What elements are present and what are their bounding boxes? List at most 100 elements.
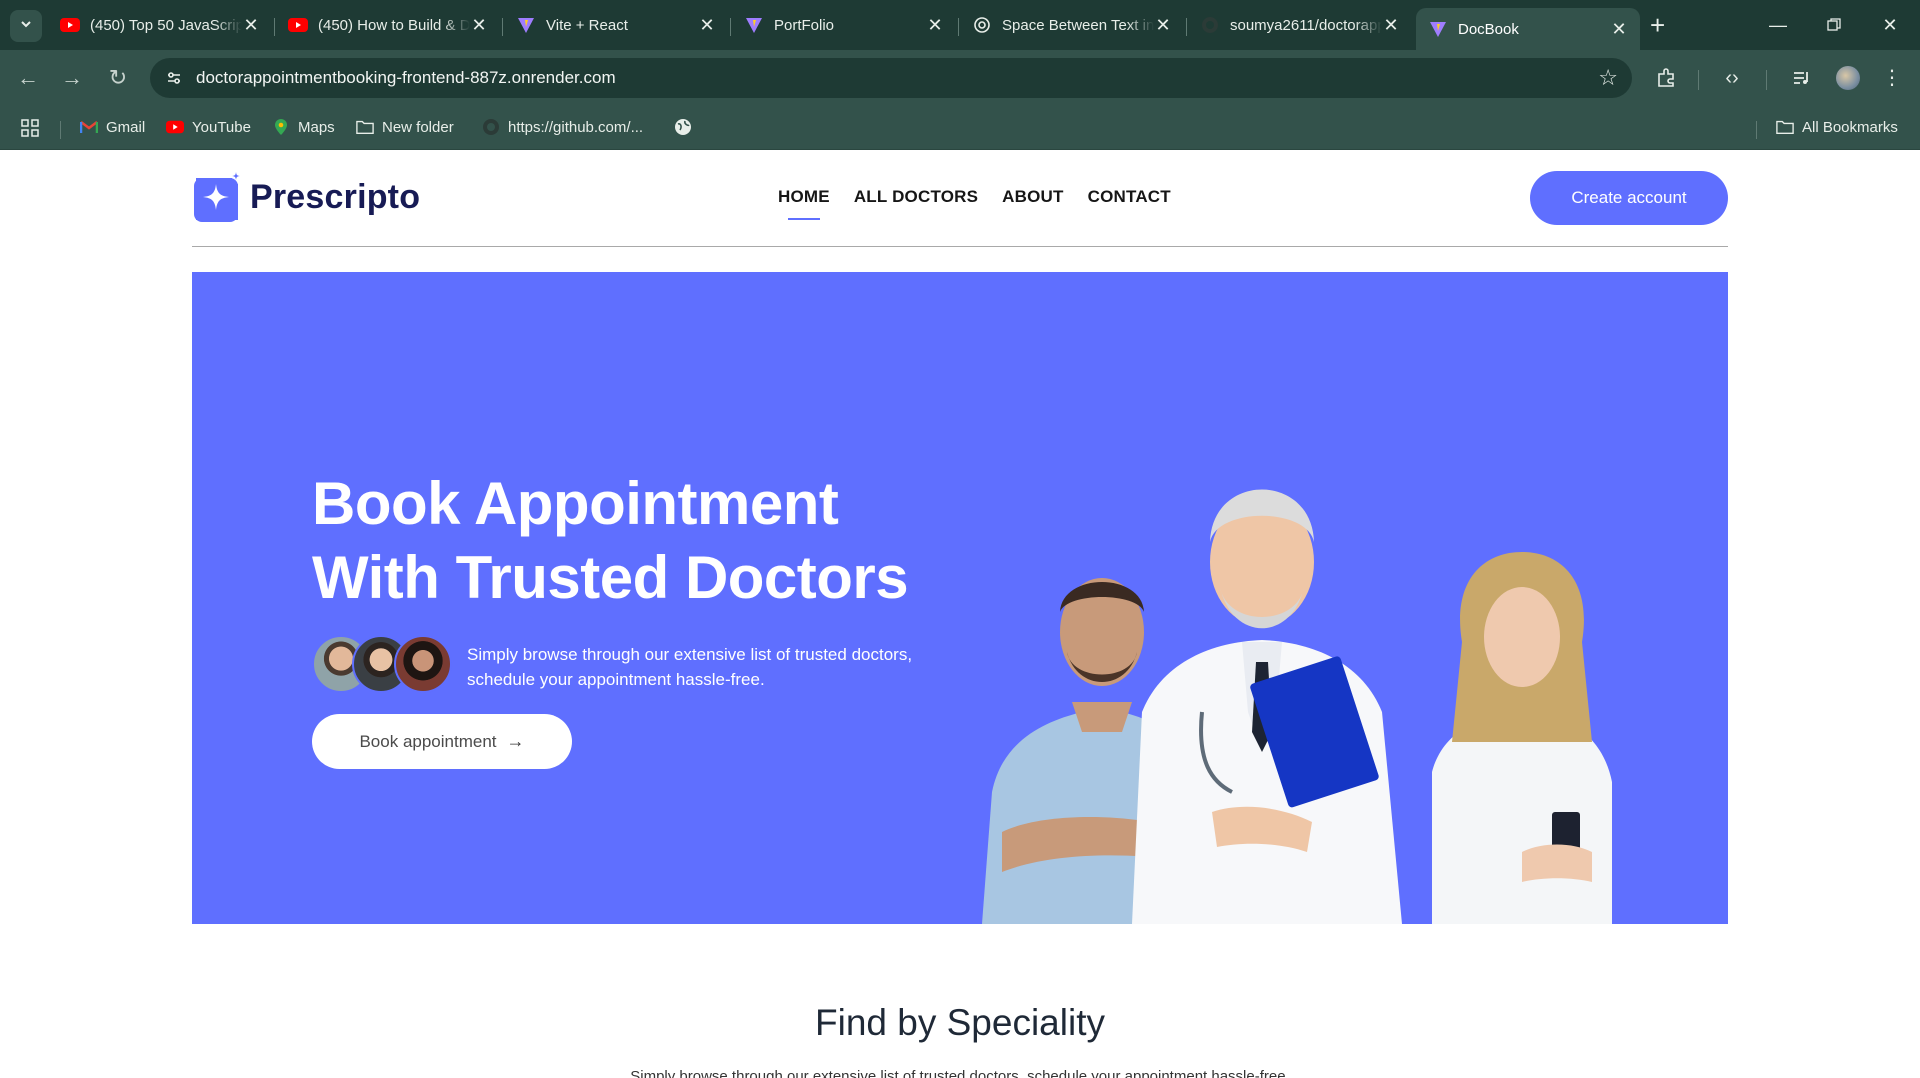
tab-title: (450) How to Build & Deploy [318, 16, 470, 34]
tab-divider [274, 18, 275, 36]
window-close-icon[interactable]: ✕ [1870, 10, 1910, 40]
tab-title: (450) Top 50 JavaScript [90, 16, 242, 34]
gmail-icon [80, 118, 98, 136]
site-logo[interactable]: Prescripto [192, 172, 420, 222]
logo-icon [192, 172, 240, 222]
bookmark-label: YouTube [192, 118, 251, 136]
brand-name: Prescripto [250, 177, 421, 216]
tab-title: soumya2611/doctorappointment [1230, 16, 1382, 34]
hero-title: Book Appointment With Trusted Doctors [312, 467, 909, 615]
book-appointment-label: Book appointment [359, 731, 497, 751]
bookmark-divider [1756, 121, 1757, 139]
restore-icon[interactable] [1814, 10, 1854, 40]
toolbar-divider [1766, 70, 1767, 90]
chevron-down-icon [19, 17, 33, 36]
tab-divider [502, 18, 503, 36]
tab-title: DocBook [1458, 20, 1519, 38]
all-bookmarks-label: All Bookmarks [1802, 118, 1898, 136]
close-icon[interactable]: ✕ [698, 15, 716, 36]
vite-icon [1428, 19, 1448, 39]
media-queue-icon[interactable] [1788, 64, 1816, 92]
apps-grid-icon[interactable] [20, 118, 40, 138]
nav-about[interactable]: ABOUT [1002, 187, 1063, 207]
all-bookmarks[interactable]: All Bookmarks [1776, 118, 1898, 136]
bookmark-star-icon[interactable]: ☆ [1598, 65, 1618, 91]
tab-youtube-javascript[interactable]: (450) Top 50 JavaScript ✕ [48, 8, 272, 42]
tab-vite-react[interactable]: Vite + React ✕ [504, 8, 728, 42]
back-icon[interactable]: ← [14, 64, 42, 92]
tab-divider [730, 18, 731, 36]
group-profiles [312, 635, 452, 695]
address-bar[interactable]: doctorappointmentbooking-frontend-887z.o… [150, 58, 1632, 98]
nav-contact[interactable]: CONTACT [1088, 187, 1171, 207]
browser-tab-strip: (450) Top 50 JavaScript ✕ (450) How to B… [0, 0, 1920, 50]
hero-title-line: Book Appointment [312, 470, 839, 537]
hero-banner: Book Appointment With Trusted Doctors Si… [192, 272, 1728, 924]
hero-description-line: schedule your appointment hassle-free. [467, 670, 765, 689]
bookmark-globe[interactable] [674, 118, 700, 136]
tab-title: Space Between Text in [1002, 16, 1154, 34]
github-icon [482, 118, 500, 136]
github-icon [1200, 15, 1220, 35]
bookmark-label: Maps [298, 118, 335, 136]
profile-avatar[interactable] [1836, 66, 1860, 90]
bookmark-youtube[interactable]: YouTube [166, 118, 251, 136]
close-icon[interactable]: ✕ [1610, 19, 1628, 40]
bookmark-divider [60, 121, 61, 139]
bookmark-new-folder[interactable]: New folder [356, 118, 454, 136]
tab-divider [1186, 18, 1187, 36]
doctor-center [1132, 489, 1402, 924]
web-page: Prescripto HOME ALL DOCTORS ABOUT CONTAC… [0, 150, 1920, 1078]
tab-portfolio[interactable]: PortFolio ✕ [732, 8, 956, 42]
browser-toolbar: ← → ↻ doctorappointmentbooking-frontend-… [0, 50, 1920, 106]
hero-description-line: Simply browse through our extensive list… [467, 645, 913, 664]
bookmark-gmail[interactable]: Gmail [80, 118, 145, 136]
close-icon[interactable]: ✕ [242, 15, 260, 36]
bookmark-maps[interactable]: Maps [272, 118, 335, 136]
nav-home[interactable]: HOME [778, 187, 830, 220]
hero-title-line: With Trusted Doctors [312, 544, 909, 611]
bookmarks-bar: Gmail YouTube Maps New folder https://gi… [0, 106, 1920, 150]
more-menu-icon[interactable]: ⋮ [1878, 64, 1906, 92]
extensions-icon[interactable] [1652, 64, 1680, 92]
vite-icon [744, 15, 764, 35]
toolbar-divider [1698, 70, 1699, 90]
tab-space-between-text[interactable]: Space Between Text in ✕ [960, 8, 1184, 42]
folder-icon [1776, 118, 1794, 136]
reload-icon[interactable]: ↻ [104, 64, 132, 92]
doctor-right [1432, 552, 1612, 924]
address-url[interactable]: doctorappointmentbooking-frontend-887z.o… [196, 68, 616, 88]
youtube-icon [60, 15, 80, 35]
speciality-subtitle: Simply browse through our extensive list… [630, 1068, 1290, 1078]
bookmark-github[interactable]: https://github.com/... [482, 118, 643, 136]
youtube-icon [288, 15, 308, 35]
close-icon[interactable]: ✕ [1154, 15, 1172, 36]
vite-icon [516, 15, 536, 35]
new-tab-button[interactable]: + [1650, 12, 1665, 38]
hero-description: Simply browse through our extensive list… [467, 642, 967, 692]
tab-youtube-build-deploy[interactable]: (450) How to Build & Deploy ✕ [276, 8, 500, 42]
globe-icon [674, 118, 692, 136]
book-appointment-button[interactable]: Book appointment → [312, 714, 572, 769]
tab-github-repo[interactable]: soumya2611/doctorappointment ✕ [1188, 8, 1412, 42]
youtube-icon [166, 118, 184, 136]
close-icon[interactable]: ✕ [1382, 15, 1400, 36]
close-icon[interactable]: ✕ [470, 15, 488, 36]
create-account-button[interactable]: Create account [1530, 171, 1728, 225]
code-icon[interactable]: ‹› [1718, 64, 1746, 92]
avatar [394, 635, 452, 693]
close-icon[interactable]: ✕ [926, 15, 944, 36]
maps-icon [272, 118, 290, 136]
tab-docbook[interactable]: DocBook ✕ [1416, 8, 1640, 50]
tab-search-button[interactable] [10, 10, 42, 42]
main-nav: HOME ALL DOCTORS ABOUT CONTACT [778, 187, 1195, 220]
site-info-icon[interactable] [162, 66, 186, 90]
tab-title: Vite + React [546, 16, 628, 34]
minimize-icon[interactable]: — [1758, 10, 1798, 40]
nav-all-doctors[interactable]: ALL DOCTORS [854, 187, 978, 207]
forward-icon[interactable]: → [58, 64, 86, 92]
tab-title: PortFolio [774, 16, 835, 34]
arrow-right-icon: → [506, 731, 525, 751]
bookmark-label: https://github.com/... [508, 118, 644, 136]
site-header: Prescripto HOME ALL DOCTORS ABOUT CONTAC… [192, 150, 1728, 247]
